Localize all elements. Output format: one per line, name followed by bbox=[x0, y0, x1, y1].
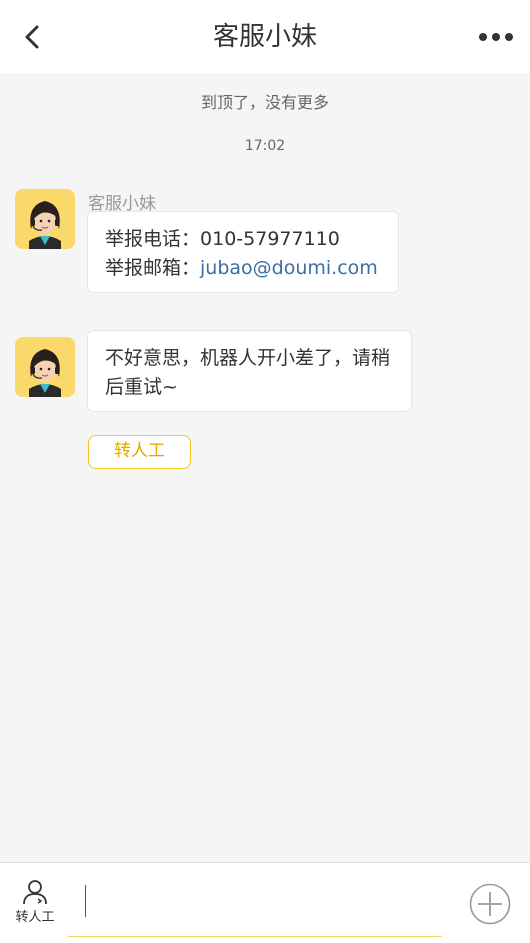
message-input[interactable] bbox=[68, 877, 442, 937]
person-icon bbox=[23, 880, 47, 905]
plus-circle-icon[interactable] bbox=[469, 883, 511, 925]
transfer-to-human-tab[interactable]: 转人工 bbox=[10, 879, 60, 927]
report-email-link[interactable]: jubao@doumi.com bbox=[200, 257, 378, 279]
report-phone-value[interactable]: 010-57977110 bbox=[200, 228, 340, 250]
transfer-to-human-button[interactable]: 转人工 bbox=[88, 435, 191, 469]
report-phone-line: 举报电话：010-57977110 bbox=[105, 225, 382, 254]
agent-avatar[interactable] bbox=[15, 337, 75, 397]
agent-avatar[interactable] bbox=[15, 189, 75, 249]
page-title: 客服小妹 bbox=[212, 22, 317, 52]
report-phone-label: 举报电话： bbox=[105, 228, 201, 250]
header-bar: 客服小妹 bbox=[0, 0, 530, 75]
top-of-history-note: 到顶了，没有更多 bbox=[200, 93, 329, 112]
more-horizontal-icon[interactable] bbox=[478, 26, 514, 48]
transfer-to-human-label: 转人工 bbox=[15, 910, 55, 925]
message-bubble: 不好意思，机器人开小差了，请稍后重试~ bbox=[87, 330, 412, 412]
bottom-input-bar: 转人工 bbox=[0, 862, 530, 943]
text-cursor bbox=[85, 885, 86, 917]
message-timestamp: 17:02 bbox=[244, 138, 286, 154]
agent-avatar-icon bbox=[15, 337, 75, 397]
agent-avatar-icon bbox=[15, 189, 75, 249]
message-bubble: 举报电话：010-57977110 举报邮箱：jubao@doumi.com bbox=[87, 211, 399, 293]
report-email-line: 举报邮箱：jubao@doumi.com bbox=[105, 254, 382, 283]
report-email-label: 举报邮箱： bbox=[105, 257, 201, 279]
message-text: 不好意思，机器人开小差了，请稍后重试~ bbox=[105, 347, 391, 398]
